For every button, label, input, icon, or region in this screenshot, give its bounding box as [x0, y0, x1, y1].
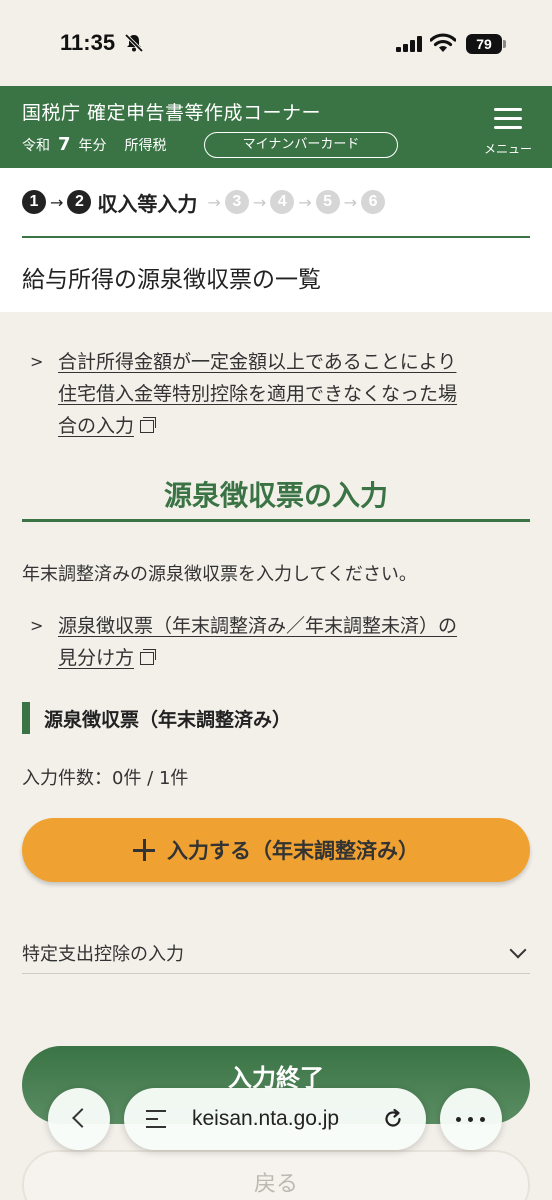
- step-1: 1: [22, 190, 46, 214]
- year-suffix: 年分: [78, 137, 107, 154]
- notice-link-line1[interactable]: 合計所得金額が一定金額以上であることにより: [58, 346, 457, 378]
- browser-back-button[interactable]: [48, 1088, 110, 1150]
- status-time: 11:35: [60, 30, 116, 55]
- plus-icon: [133, 839, 155, 861]
- accordion-label: 特定支出控除の入力: [22, 944, 184, 965]
- tax-type: 所得税: [124, 137, 167, 154]
- step-4: 4: [270, 190, 295, 214]
- menu-label: メニュー: [483, 142, 532, 156]
- address-bar[interactable]: keisan.nta.go.jp: [124, 1088, 426, 1150]
- current-step-label: 収入等入力: [97, 191, 198, 216]
- notice-link-line3[interactable]: 合の入力: [58, 415, 134, 437]
- page-heading: 給与所得の源泉徴収票の一覧: [22, 267, 321, 293]
- page-menu-icon[interactable]: [146, 1110, 166, 1128]
- reload-icon[interactable]: [382, 1108, 404, 1130]
- step-arrow-icon: →: [252, 192, 267, 212]
- step-5: 5: [315, 190, 340, 214]
- step-2: 2: [67, 190, 92, 214]
- menu-button[interactable]: メニュー: [478, 104, 538, 160]
- step-arrow-icon: →: [50, 192, 64, 212]
- site-header: 国税庁 確定申告書等作成コーナー 令和 7 年分 所得税 マイナンバーカード メ…: [0, 86, 552, 168]
- battery-icon: 79: [466, 34, 506, 54]
- chevron-right-icon: >: [30, 616, 44, 635]
- step-indicator: 1 → 2 収入等入力 → 3 → 4 → 5 → 6: [22, 188, 386, 216]
- notice-link-line2[interactable]: 住宅借入金等特別控除を適用できなくなった場: [58, 378, 457, 410]
- step-arrow-icon: →: [298, 192, 312, 212]
- sub-heading: 源泉徴収票（年末調整済み）: [22, 702, 291, 734]
- distinguish-link-line1[interactable]: 源泉徴収票（年末調整済み／年末調整未済）の: [58, 610, 457, 642]
- era-label: 令和: [22, 137, 50, 154]
- sub-heading-text: 源泉徴収票（年末調整済み）: [44, 708, 292, 731]
- year-number: 7: [58, 134, 71, 155]
- step-arrow-icon: →: [207, 192, 221, 212]
- url-text: keisan.nta.go.jp: [192, 1107, 340, 1130]
- site-title: 国税庁 確定申告書等作成コーナー: [22, 102, 322, 124]
- instruction-text: 年末調整済みの源泉徴収票を入力してください。: [22, 564, 417, 585]
- mynumber-card-button[interactable]: マイナンバーカード: [204, 132, 398, 158]
- external-window-icon: [140, 649, 157, 665]
- chevron-down-icon: [509, 941, 527, 959]
- input-count: 入力件数：0件 / 1件: [22, 768, 189, 789]
- chevron-right-icon: >: [30, 352, 44, 371]
- tax-year-info: 令和 7 年分 所得税: [22, 134, 167, 155]
- input-adjusted-button[interactable]: 入力する（年末調整済み）: [22, 818, 530, 882]
- more-options-button[interactable]: [440, 1088, 502, 1150]
- chevron-left-icon: [72, 1108, 92, 1128]
- ellipsis-icon: [456, 1117, 486, 1122]
- browser-toolbar: keisan.nta.go.jp: [0, 1084, 552, 1160]
- bell-slash-icon: [124, 33, 144, 53]
- divider: [22, 236, 530, 238]
- wifi-icon: [430, 33, 456, 52]
- specific-expense-accordion[interactable]: 特定支出控除の入力: [22, 932, 530, 974]
- step-3: 3: [224, 190, 249, 214]
- hamburger-icon: [494, 108, 522, 111]
- section-divider: [22, 519, 530, 522]
- notice-link[interactable]: > 合計所得金額が一定金額以上であることにより 住宅借入金等特別控除を適用できな…: [30, 346, 457, 442]
- steps-area: 1 → 2 収入等入力 → 3 → 4 → 5 → 6 給与所得の源泉徴収票の一…: [0, 168, 552, 312]
- section-title: 源泉徴収票の入力: [163, 479, 388, 512]
- distinguish-link[interactable]: > 源泉徴収票（年末調整済み／年末調整未済）の 見分け方: [30, 610, 457, 674]
- external-window-icon: [140, 417, 157, 433]
- signal-icon: [396, 36, 422, 52]
- input-button-label: 入力する（年末調整済み）: [167, 839, 419, 863]
- status-bar: 11:35 79: [0, 0, 552, 86]
- step-arrow-icon: →: [343, 192, 358, 212]
- heading-accent-bar: [22, 702, 30, 734]
- step-6: 6: [361, 190, 386, 214]
- distinguish-link-line2[interactable]: 見分け方: [58, 647, 134, 669]
